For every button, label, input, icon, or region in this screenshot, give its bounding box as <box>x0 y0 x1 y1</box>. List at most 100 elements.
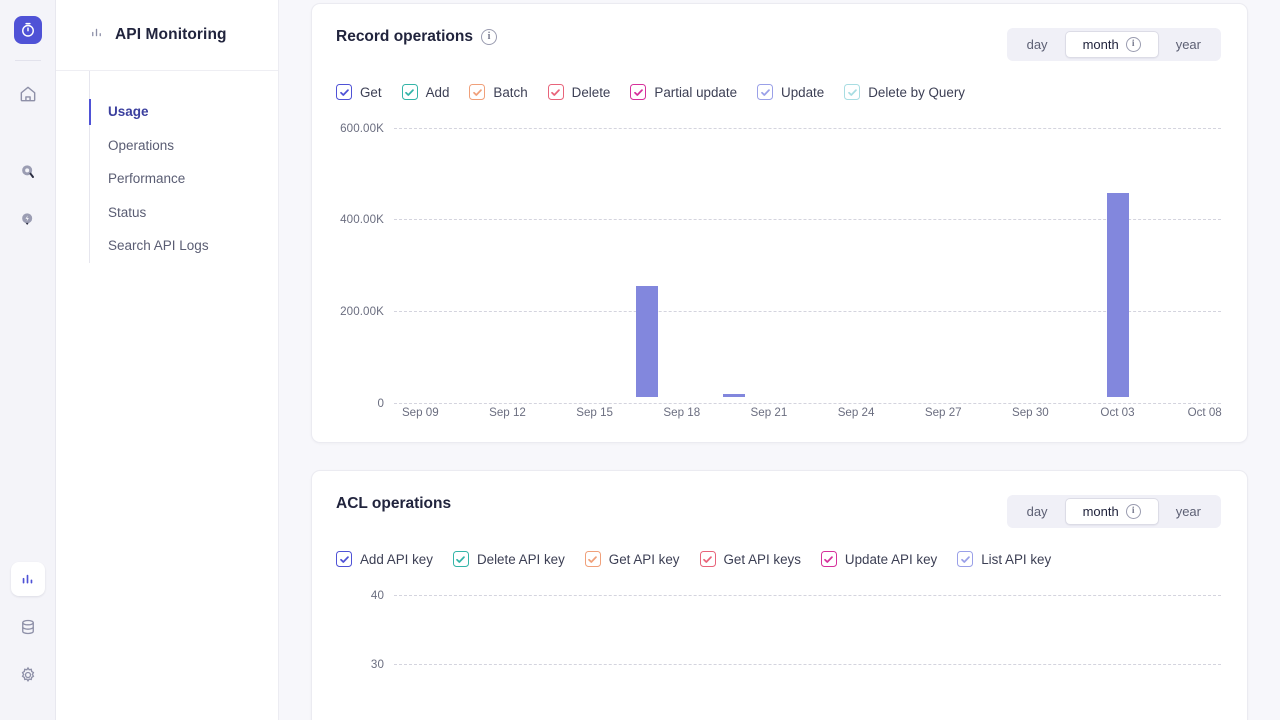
range-option-label: month <box>1083 504 1119 519</box>
card-title-row: Record operations i <box>336 28 497 46</box>
legend-label: Batch <box>493 85 527 100</box>
range-option-month[interactable]: month i <box>1065 498 1159 525</box>
stopwatch-logo-icon[interactable] <box>14 16 42 44</box>
y-tick-label: 30 <box>336 658 394 671</box>
range-option-label: year <box>1176 504 1201 519</box>
range-option-year[interactable]: year <box>1159 498 1218 525</box>
checkbox-list-api-key[interactable] <box>957 551 973 567</box>
x-tick-label: Sep 18 <box>663 406 700 419</box>
legend-label: Add API key <box>360 552 433 567</box>
x-tick-label: Oct 08 <box>1188 406 1222 419</box>
bar[interactable] <box>723 394 745 397</box>
legend-label: Get API keys <box>724 552 801 567</box>
plot-area <box>404 122 1221 397</box>
info-icon[interactable]: i <box>481 29 497 45</box>
x-tick-label: Sep 30 <box>1012 406 1049 419</box>
range-option-month[interactable]: month i <box>1065 31 1159 58</box>
bolt-pin-icon[interactable] <box>11 203 45 237</box>
sidebar: API Monitoring Usage Operations Performa… <box>56 0 279 720</box>
range-option-day[interactable]: day <box>1010 498 1065 525</box>
card-header: Record operations i day month i year <box>336 28 1221 61</box>
checkbox-partial-update[interactable] <box>630 84 646 100</box>
x-tick-label: Oct 03 <box>1100 406 1134 419</box>
legend-item[interactable]: Get API key <box>585 551 680 567</box>
checkbox-update[interactable] <box>757 84 773 100</box>
sidebar-item-status[interactable]: Status <box>90 196 278 230</box>
checkbox-batch[interactable] <box>469 84 485 100</box>
sidebar-item-performance[interactable]: Performance <box>90 162 278 196</box>
record-operations-card: Record operations i day month i year <box>311 3 1248 443</box>
checkbox-add-api-key[interactable] <box>336 551 352 567</box>
y-tick-label: 400.00K <box>336 213 394 226</box>
legend-item[interactable]: Update API key <box>821 551 937 567</box>
legend-item[interactable]: Batch <box>469 84 527 100</box>
bar[interactable] <box>1107 193 1129 397</box>
checkbox-delete[interactable] <box>548 84 564 100</box>
legend-item[interactable]: List API key <box>957 551 1051 567</box>
legend-item[interactable]: Add API key <box>336 551 433 567</box>
checkbox-add[interactable] <box>402 84 418 100</box>
y-tick-label: 0 <box>336 397 394 410</box>
info-icon[interactable]: i <box>1126 37 1141 52</box>
sidebar-item-usage[interactable]: Usage <box>90 95 278 129</box>
legend-label: List API key <box>981 552 1051 567</box>
legend-label: Partial update <box>654 85 737 100</box>
sidebar-header: API Monitoring <box>56 0 278 71</box>
info-icon[interactable]: i <box>1126 504 1141 519</box>
checkbox-delete-api-key[interactable] <box>453 551 469 567</box>
x-tick-label: Sep 12 <box>489 406 526 419</box>
checkbox-get[interactable] <box>336 84 352 100</box>
range-option-label: day <box>1027 504 1048 519</box>
rail-divider <box>15 60 41 61</box>
plot-area <box>404 589 1221 720</box>
y-tick-label: 200.00K <box>336 305 394 318</box>
legend-label: Delete <box>572 85 611 100</box>
bar[interactable] <box>636 286 658 397</box>
range-option-year[interactable]: year <box>1159 31 1218 58</box>
x-tick-label: Sep 27 <box>925 406 962 419</box>
record-operations-chart: 600.00K 400.00K 200.00K 0 Sep 09 Sep 12 Se… <box>336 114 1221 424</box>
card-title: Record operations <box>336 28 473 46</box>
bar-chart-icon[interactable] <box>11 562 45 596</box>
bar-chart-icon <box>89 25 104 45</box>
app-root: API Monitoring Usage Operations Performa… <box>0 0 1280 720</box>
home-icon[interactable] <box>11 77 45 111</box>
legend-label: Update <box>781 85 824 100</box>
range-option-label: day <box>1027 37 1048 52</box>
card-title-row: ACL operations <box>336 495 451 513</box>
x-tick-label: Sep 21 <box>751 406 788 419</box>
search-pin-icon[interactable] <box>11 155 45 189</box>
sidebar-item-search-api-logs[interactable]: Search API Logs <box>90 229 278 263</box>
legend-item[interactable]: Delete <box>548 84 611 100</box>
x-tick-label: Sep 09 <box>402 406 439 419</box>
legend-label: Delete API key <box>477 552 565 567</box>
legend-item[interactable]: Delete by Query <box>844 84 965 100</box>
database-icon[interactable] <box>11 610 45 644</box>
x-tick-label: Sep 15 <box>576 406 613 419</box>
sidebar-item-operations[interactable]: Operations <box>90 129 278 163</box>
legend-item[interactable]: Add <box>402 84 450 100</box>
checkbox-get-api-keys[interactable] <box>700 551 716 567</box>
legend-item[interactable]: Delete API key <box>453 551 565 567</box>
gridline <box>394 403 1221 404</box>
card-header: ACL operations day month i year <box>336 495 1221 528</box>
y-tick-label: 40 <box>336 589 394 602</box>
range-option-label: year <box>1176 37 1201 52</box>
checkbox-update-api-key[interactable] <box>821 551 837 567</box>
legend-item[interactable]: Get <box>336 84 382 100</box>
legend-item[interactable]: Get API keys <box>700 551 801 567</box>
range-option-day[interactable]: day <box>1010 31 1065 58</box>
x-tick-label: Sep 24 <box>838 406 875 419</box>
legend-item[interactable]: Update <box>757 84 824 100</box>
y-tick-label: 600.00K <box>336 122 394 135</box>
acl-operations-legend: Add API key Delete API key Get API key Get … <box>336 551 1221 567</box>
page-title: API Monitoring <box>115 26 227 44</box>
card-title: ACL operations <box>336 495 451 513</box>
legend-item[interactable]: Partial update <box>630 84 737 100</box>
checkbox-get-api-key[interactable] <box>585 551 601 567</box>
legend-label: Get <box>360 85 382 100</box>
range-option-label: month <box>1083 37 1119 52</box>
checkbox-delete-by-query[interactable] <box>844 84 860 100</box>
record-operations-legend: Get Add Batch Delete Partial update Update Del… <box>336 84 1221 100</box>
gear-icon[interactable] <box>11 658 45 692</box>
